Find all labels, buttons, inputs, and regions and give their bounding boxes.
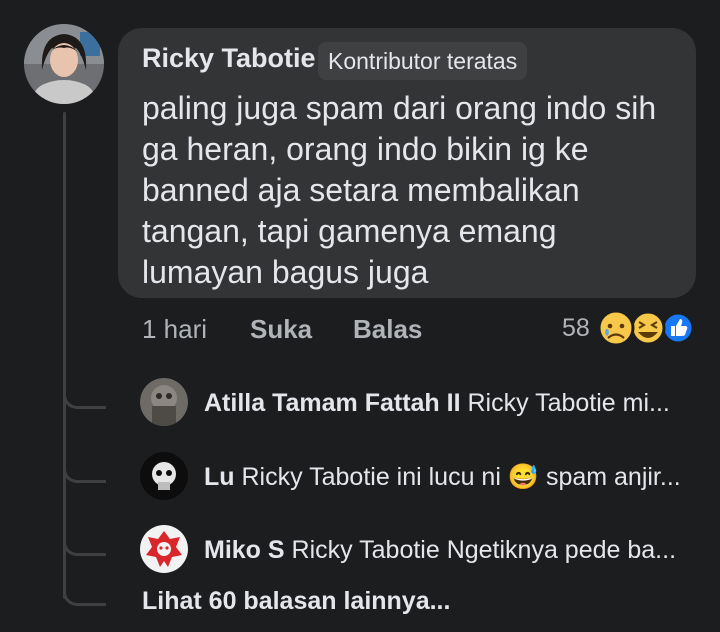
reply-text: Miko S Ricky Tabotie Ngetiknya pede ba..… — [204, 536, 676, 565]
reply-author[interactable]: Atilla Tamam Fattah II — [204, 389, 461, 417]
comment-text-line: lumayan bagus juga — [142, 254, 429, 290]
comment-timestamp[interactable]: 1 hari — [142, 314, 207, 345]
comment-author[interactable]: Ricky Tabotie — [142, 43, 316, 74]
reply-author[interactable]: Lu — [204, 463, 235, 491]
reply-avatar[interactable] — [140, 452, 188, 500]
comment-text-line: paling juga spam dari orang indo sih — [142, 90, 657, 126]
like-reaction-icon — [661, 311, 695, 345]
reply-body: Ricky Tabotie ini lucu ni — [241, 463, 501, 491]
thread-branch — [63, 577, 106, 606]
comment-text-line: banned aja setara membalikan — [142, 172, 580, 208]
thread-line — [63, 112, 66, 599]
comment-bubble: Ricky Tabotie Kontributor teratas paling… — [118, 28, 696, 298]
thread-branch — [63, 527, 106, 556]
reply-avatar[interactable] — [140, 378, 188, 426]
reply-button[interactable]: Balas — [353, 314, 422, 345]
reaction-count[interactable]: 58 — [562, 314, 590, 343]
reply-item[interactable]: Atilla Tamam Fattah II Ricky Tabotie mi.… — [140, 378, 700, 428]
reply-item[interactable]: Miko S Ricky Tabotie Ngetiknya pede ba..… — [140, 525, 700, 575]
reaction-summary[interactable] — [596, 306, 696, 350]
commenter-avatar[interactable] — [24, 24, 104, 104]
sad-reaction-icon — [597, 309, 635, 347]
reply-author[interactable]: Miko S — [204, 536, 285, 564]
reply-body-continued: spam anjir... — [545, 463, 681, 491]
reply-body: Ricky Tabotie mi... — [467, 389, 670, 417]
reply-avatar[interactable] — [140, 525, 188, 573]
top-contributor-badge: Kontributor teratas — [318, 42, 528, 80]
reply-text: Atilla Tamam Fattah II Ricky Tabotie mi.… — [204, 389, 670, 418]
sweat-smile-emoji: 😅 — [507, 463, 539, 491]
thread-branch — [63, 380, 106, 409]
thread-branch — [63, 454, 106, 483]
reply-body: Ricky Tabotie Ngetiknya pede ba... — [291, 536, 677, 564]
reply-text: Lu Ricky Tabotie ini lucu ni 😅 spam anji… — [204, 463, 681, 492]
comment-text: paling juga spam dari orang indo sih ga … — [142, 88, 682, 293]
like-button[interactable]: Suka — [250, 314, 312, 345]
haha-reaction-icon — [630, 310, 666, 346]
comment-text-line: ga heran, orang indo bikin ig ke — [142, 131, 589, 167]
comment-text-line: tangan, tapi gamenya emang — [142, 213, 557, 249]
view-more-replies-link[interactable]: Lihat 60 balasan lainnya... — [142, 587, 450, 616]
reply-item[interactable]: Lu Ricky Tabotie ini lucu ni 😅 spam anji… — [140, 452, 700, 502]
